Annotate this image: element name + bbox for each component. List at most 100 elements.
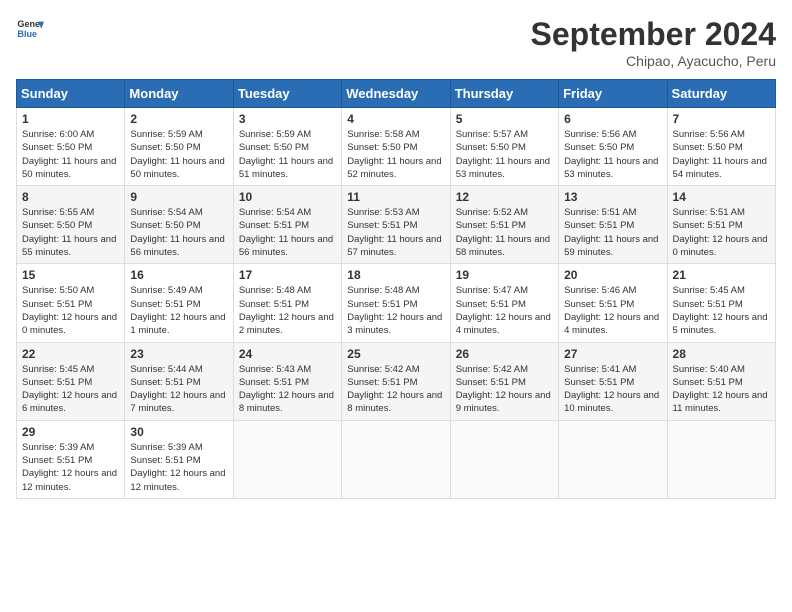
day-info: Sunrise: 5:39 AM Sunset: 5:51 PM Dayligh… [22, 441, 119, 494]
calendar-day-cell: 20 Sunrise: 5:46 AM Sunset: 5:51 PM Dayl… [559, 264, 667, 342]
day-number: 8 [22, 190, 119, 204]
calendar-day-cell: 2 Sunrise: 5:59 AM Sunset: 5:50 PM Dayli… [125, 108, 233, 186]
calendar-day-cell: 3 Sunrise: 5:59 AM Sunset: 5:50 PM Dayli… [233, 108, 341, 186]
day-number: 15 [22, 268, 119, 282]
day-number: 18 [347, 268, 444, 282]
weekday-header: Friday [559, 80, 667, 108]
day-number: 16 [130, 268, 227, 282]
svg-text:Blue: Blue [17, 29, 37, 39]
day-info: Sunrise: 5:43 AM Sunset: 5:51 PM Dayligh… [239, 363, 336, 416]
weekday-header: Tuesday [233, 80, 341, 108]
day-info: Sunrise: 5:39 AM Sunset: 5:51 PM Dayligh… [130, 441, 227, 494]
calendar-week-row: 1 Sunrise: 6:00 AM Sunset: 5:50 PM Dayli… [17, 108, 776, 186]
day-number: 24 [239, 347, 336, 361]
calendar-day-cell: 15 Sunrise: 5:50 AM Sunset: 5:51 PM Dayl… [17, 264, 125, 342]
day-number: 29 [22, 425, 119, 439]
day-info: Sunrise: 5:42 AM Sunset: 5:51 PM Dayligh… [456, 363, 553, 416]
day-info: Sunrise: 5:41 AM Sunset: 5:51 PM Dayligh… [564, 363, 661, 416]
logo: General Blue [16, 16, 44, 44]
day-number: 13 [564, 190, 661, 204]
calendar-day-cell: 19 Sunrise: 5:47 AM Sunset: 5:51 PM Dayl… [450, 264, 558, 342]
calendar-day-cell: 7 Sunrise: 5:56 AM Sunset: 5:50 PM Dayli… [667, 108, 775, 186]
calendar-day-cell: 24 Sunrise: 5:43 AM Sunset: 5:51 PM Dayl… [233, 342, 341, 420]
day-number: 17 [239, 268, 336, 282]
day-number: 1 [22, 112, 119, 126]
day-number: 6 [564, 112, 661, 126]
weekday-header: Thursday [450, 80, 558, 108]
day-number: 4 [347, 112, 444, 126]
day-info: Sunrise: 5:49 AM Sunset: 5:51 PM Dayligh… [130, 284, 227, 337]
day-number: 28 [673, 347, 770, 361]
day-info: Sunrise: 5:59 AM Sunset: 5:50 PM Dayligh… [130, 128, 227, 181]
weekday-header: Wednesday [342, 80, 450, 108]
day-info: Sunrise: 5:56 AM Sunset: 5:50 PM Dayligh… [673, 128, 770, 181]
day-number: 9 [130, 190, 227, 204]
day-info: Sunrise: 5:45 AM Sunset: 5:51 PM Dayligh… [673, 284, 770, 337]
calendar-day-cell: 29 Sunrise: 5:39 AM Sunset: 5:51 PM Dayl… [17, 420, 125, 498]
day-number: 21 [673, 268, 770, 282]
calendar-day-cell: 25 Sunrise: 5:42 AM Sunset: 5:51 PM Dayl… [342, 342, 450, 420]
calendar-day-cell: 14 Sunrise: 5:51 AM Sunset: 5:51 PM Dayl… [667, 186, 775, 264]
day-info: Sunrise: 5:46 AM Sunset: 5:51 PM Dayligh… [564, 284, 661, 337]
calendar-day-cell [450, 420, 558, 498]
day-info: Sunrise: 5:56 AM Sunset: 5:50 PM Dayligh… [564, 128, 661, 181]
day-number: 2 [130, 112, 227, 126]
weekday-header: Monday [125, 80, 233, 108]
day-number: 25 [347, 347, 444, 361]
day-info: Sunrise: 6:00 AM Sunset: 5:50 PM Dayligh… [22, 128, 119, 181]
title-area: September 2024 Chipao, Ayacucho, Peru [531, 16, 776, 69]
calendar-day-cell [667, 420, 775, 498]
calendar-day-cell: 30 Sunrise: 5:39 AM Sunset: 5:51 PM Dayl… [125, 420, 233, 498]
location-subtitle: Chipao, Ayacucho, Peru [531, 53, 776, 69]
day-number: 27 [564, 347, 661, 361]
calendar-day-cell: 28 Sunrise: 5:40 AM Sunset: 5:51 PM Dayl… [667, 342, 775, 420]
month-title: September 2024 [531, 16, 776, 53]
day-info: Sunrise: 5:48 AM Sunset: 5:51 PM Dayligh… [347, 284, 444, 337]
day-number: 10 [239, 190, 336, 204]
day-info: Sunrise: 5:48 AM Sunset: 5:51 PM Dayligh… [239, 284, 336, 337]
day-info: Sunrise: 5:44 AM Sunset: 5:51 PM Dayligh… [130, 363, 227, 416]
day-number: 20 [564, 268, 661, 282]
day-info: Sunrise: 5:51 AM Sunset: 5:51 PM Dayligh… [564, 206, 661, 259]
day-number: 3 [239, 112, 336, 126]
day-info: Sunrise: 5:51 AM Sunset: 5:51 PM Dayligh… [673, 206, 770, 259]
calendar-day-cell: 11 Sunrise: 5:53 AM Sunset: 5:51 PM Dayl… [342, 186, 450, 264]
calendar-day-cell: 10 Sunrise: 5:54 AM Sunset: 5:51 PM Dayl… [233, 186, 341, 264]
calendar-day-cell: 21 Sunrise: 5:45 AM Sunset: 5:51 PM Dayl… [667, 264, 775, 342]
calendar-day-cell: 1 Sunrise: 6:00 AM Sunset: 5:50 PM Dayli… [17, 108, 125, 186]
calendar-day-cell: 6 Sunrise: 5:56 AM Sunset: 5:50 PM Dayli… [559, 108, 667, 186]
day-number: 14 [673, 190, 770, 204]
day-info: Sunrise: 5:40 AM Sunset: 5:51 PM Dayligh… [673, 363, 770, 416]
calendar-day-cell: 5 Sunrise: 5:57 AM Sunset: 5:50 PM Dayli… [450, 108, 558, 186]
day-info: Sunrise: 5:58 AM Sunset: 5:50 PM Dayligh… [347, 128, 444, 181]
calendar-day-cell: 17 Sunrise: 5:48 AM Sunset: 5:51 PM Dayl… [233, 264, 341, 342]
calendar-week-row: 8 Sunrise: 5:55 AM Sunset: 5:50 PM Dayli… [17, 186, 776, 264]
calendar-day-cell: 4 Sunrise: 5:58 AM Sunset: 5:50 PM Dayli… [342, 108, 450, 186]
day-number: 26 [456, 347, 553, 361]
calendar-day-cell [342, 420, 450, 498]
day-number: 11 [347, 190, 444, 204]
calendar-day-cell: 27 Sunrise: 5:41 AM Sunset: 5:51 PM Dayl… [559, 342, 667, 420]
weekday-header: Saturday [667, 80, 775, 108]
day-number: 30 [130, 425, 227, 439]
calendar-week-row: 29 Sunrise: 5:39 AM Sunset: 5:51 PM Dayl… [17, 420, 776, 498]
day-info: Sunrise: 5:47 AM Sunset: 5:51 PM Dayligh… [456, 284, 553, 337]
calendar-day-cell [233, 420, 341, 498]
calendar-day-cell: 13 Sunrise: 5:51 AM Sunset: 5:51 PM Dayl… [559, 186, 667, 264]
day-info: Sunrise: 5:50 AM Sunset: 5:51 PM Dayligh… [22, 284, 119, 337]
calendar-day-cell [559, 420, 667, 498]
day-number: 7 [673, 112, 770, 126]
calendar-day-cell: 23 Sunrise: 5:44 AM Sunset: 5:51 PM Dayl… [125, 342, 233, 420]
day-number: 12 [456, 190, 553, 204]
day-number: 5 [456, 112, 553, 126]
calendar-day-cell: 18 Sunrise: 5:48 AM Sunset: 5:51 PM Dayl… [342, 264, 450, 342]
calendar-week-row: 15 Sunrise: 5:50 AM Sunset: 5:51 PM Dayl… [17, 264, 776, 342]
day-number: 23 [130, 347, 227, 361]
calendar-header-row: SundayMondayTuesdayWednesdayThursdayFrid… [17, 80, 776, 108]
calendar-day-cell: 22 Sunrise: 5:45 AM Sunset: 5:51 PM Dayl… [17, 342, 125, 420]
calendar-day-cell: 16 Sunrise: 5:49 AM Sunset: 5:51 PM Dayl… [125, 264, 233, 342]
calendar-day-cell: 12 Sunrise: 5:52 AM Sunset: 5:51 PM Dayl… [450, 186, 558, 264]
day-info: Sunrise: 5:55 AM Sunset: 5:50 PM Dayligh… [22, 206, 119, 259]
day-info: Sunrise: 5:54 AM Sunset: 5:50 PM Dayligh… [130, 206, 227, 259]
day-number: 19 [456, 268, 553, 282]
